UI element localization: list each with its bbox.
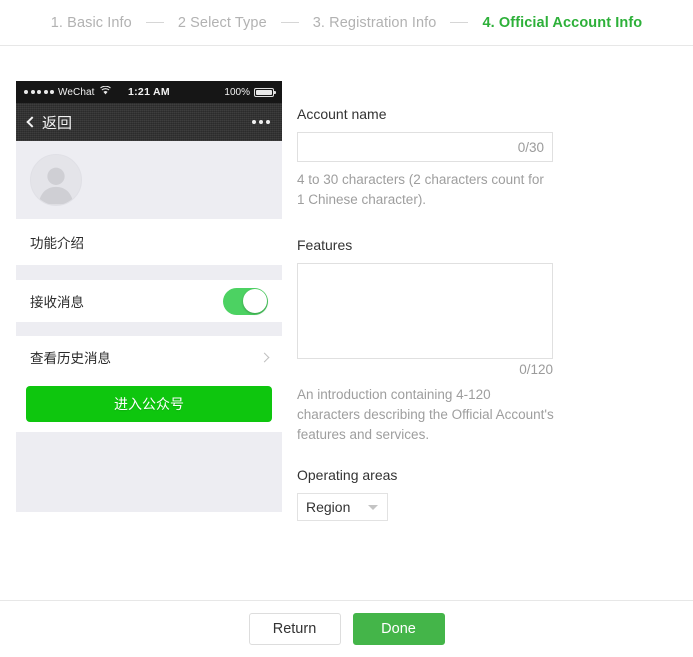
chevron-left-icon (26, 116, 38, 128)
phone-section-gap (16, 265, 282, 280)
carrier-label: WeChat (58, 86, 95, 98)
done-button[interactable]: Done (352, 613, 445, 645)
phone-row-receive-label: 接收消息 (30, 295, 84, 310)
phone-section-gap (16, 322, 282, 336)
phone-nav-bar: 返回 (16, 103, 282, 141)
phone-status-bar: WeChat 1:21 AM 100% (16, 81, 282, 103)
step-separator (450, 22, 469, 23)
return-button[interactable]: Return (248, 613, 341, 645)
battery-full-icon (254, 87, 276, 97)
phone-bottom-filler (16, 432, 282, 512)
phone-back-label: 返回 (42, 114, 73, 132)
chevron-down-icon (368, 505, 378, 510)
phone-avatar-section (16, 141, 282, 219)
step-item-select-type[interactable]: 2 Select Type (178, 15, 267, 31)
features-counter: 0/120 (519, 362, 553, 377)
account-name-label: Account name (297, 106, 387, 122)
phone-preview-mockup: WeChat 1:21 AM 100% 返回 功能介绍 接收消息 查看历史消息 … (16, 81, 282, 512)
phone-row-intro-label: 功能介绍 (30, 236, 84, 251)
registration-wizard-page: 1. Basic Info 2 Select Type 3. Registrat… (0, 0, 693, 657)
phone-row-receive-messages[interactable]: 接收消息 (16, 280, 282, 322)
operating-areas-selected-value: Region (306, 499, 351, 515)
phone-back-button[interactable]: 返回 (26, 112, 73, 133)
person-avatar-icon (30, 154, 82, 206)
phone-row-history-messages[interactable]: 查看历史消息 (16, 336, 282, 378)
operating-areas-label: Operating areas (297, 467, 398, 483)
receive-messages-toggle[interactable] (223, 287, 268, 315)
phone-enter-button-wrap: 进入公众号 (16, 378, 282, 432)
step-indicator: 1. Basic Info 2 Select Type 3. Registrat… (0, 0, 693, 46)
features-hint: An introduction containing 4-120 charact… (297, 387, 554, 442)
step-item-registration-info[interactable]: 3. Registration Info (313, 15, 437, 31)
account-name-input[interactable]: 0/30 (297, 132, 553, 162)
battery-percent-label: 100% (224, 86, 250, 98)
step-separator (280, 22, 299, 23)
more-dots-icon[interactable] (252, 103, 270, 141)
enter-official-account-button[interactable]: 进入公众号 (26, 386, 272, 422)
chevron-right-icon (259, 352, 270, 362)
operating-areas-select[interactable]: Region (297, 493, 388, 521)
features-label: Features (297, 237, 353, 253)
account-name-hint: 4 to 30 characters (2 characters count f… (297, 172, 544, 207)
phone-row-intro[interactable]: 功能介绍 (16, 219, 282, 265)
phone-row-history-label: 查看历史消息 (30, 351, 111, 366)
form-footer: Return Done (0, 600, 693, 657)
step-item-official-account-info[interactable]: 4. Official Account Info (482, 15, 642, 31)
features-textarea[interactable] (297, 263, 553, 359)
step-separator (145, 22, 164, 23)
official-account-form: Account name 0/30 4 to 30 characters (2 … (297, 106, 565, 521)
account-name-counter: 0/30 (517, 139, 544, 155)
step-item-basic-info[interactable]: 1. Basic Info (51, 15, 132, 31)
signal-strength-icon (24, 90, 54, 94)
wifi-icon (99, 85, 111, 98)
